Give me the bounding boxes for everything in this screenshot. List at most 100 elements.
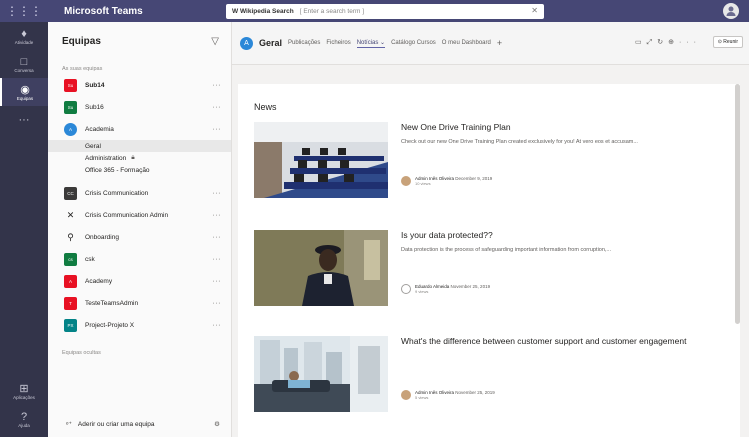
team-academy[interactable]: A Academy ··· bbox=[48, 270, 231, 292]
settings-icon[interactable]: ⚙ bbox=[214, 420, 220, 428]
more-options-icon[interactable]: ··· bbox=[213, 322, 222, 329]
more-apps-icon: ··· bbox=[18, 114, 30, 126]
team-name: Sub16 bbox=[85, 103, 104, 111]
join-create-label: Aderir ou criar uma equipa bbox=[77, 420, 155, 428]
team-avatar: Su bbox=[64, 78, 77, 92]
article-thumbnail[interactable] bbox=[254, 336, 388, 412]
rail-item-help[interactable]: ? Ajuda bbox=[0, 405, 48, 433]
article-description: Check out our new One Drive Training Pla… bbox=[401, 139, 638, 145]
close-icon[interactable]: ✕ bbox=[531, 6, 538, 15]
news-heading: News bbox=[254, 102, 277, 112]
expand-icon[interactable]: ⤢ bbox=[647, 39, 658, 46]
team-testeteamsadmin[interactable]: T TesteTeamsAdmin ··· bbox=[48, 292, 231, 314]
rail-label: Ajuda bbox=[18, 422, 30, 428]
team-academia[interactable]: A Academia ··· bbox=[48, 118, 231, 140]
filter-icon[interactable]: ▽ bbox=[211, 36, 219, 47]
tab-ficheiros[interactable]: Ficheiros bbox=[326, 40, 350, 46]
chat-icon: □ bbox=[20, 55, 28, 68]
article-title[interactable]: What's the difference between customer s… bbox=[401, 336, 736, 347]
team-avatar: PX bbox=[64, 318, 77, 332]
add-team-icon: ᵒ⁺ bbox=[66, 421, 72, 428]
title-bar: ⋮⋮⋮ Microsoft Teams W Wikipedia Search [… bbox=[0, 0, 749, 22]
team-sub14[interactable]: Su Sub14 ··· bbox=[48, 74, 231, 96]
app-rail: ♦ Atividade □ Conversa ◉ Equipas ··· ⊞ A… bbox=[0, 22, 48, 437]
article-thumbnail[interactable] bbox=[254, 230, 388, 306]
search-input[interactable]: W Wikipedia Search [ Enter a search term… bbox=[226, 4, 544, 19]
article-views: 10 views bbox=[415, 181, 431, 186]
team-sub16[interactable]: Su Sub16 ··· bbox=[48, 96, 231, 118]
team-avatar: ✕ bbox=[64, 208, 77, 222]
news-content: News New One Drive Training Plan Check o… bbox=[238, 84, 740, 437]
scrollbar[interactable] bbox=[735, 84, 740, 324]
rail-item-activity[interactable]: ♦ Atividade bbox=[0, 22, 48, 50]
rail-item-apps[interactable]: ⊞ Aplicações bbox=[0, 377, 48, 405]
article-description: Data protection is the process of safegu… bbox=[401, 247, 612, 253]
globe-icon[interactable]: ⊕ bbox=[668, 39, 679, 46]
more-options-icon[interactable]: ··· bbox=[213, 212, 222, 219]
article-title[interactable]: Is your data protected?? bbox=[401, 230, 736, 241]
more-options-icon[interactable]: ··· bbox=[213, 82, 222, 89]
more-options-icon[interactable]: ··· bbox=[213, 278, 222, 285]
team-name: Onboarding bbox=[85, 233, 119, 241]
team-name: Project-Projeto X bbox=[85, 321, 135, 329]
add-tab-button[interactable]: + bbox=[497, 38, 502, 48]
user-icon bbox=[726, 6, 736, 16]
news-article[interactable]: Is your data protected?? Data protection… bbox=[254, 230, 736, 306]
team-crisis-communication[interactable]: CC Crisis Communication ··· bbox=[48, 182, 231, 204]
join-create-team[interactable]: ᵒ⁺ Aderir ou criar uma equipa ⚙ bbox=[48, 411, 232, 437]
rail-item-teams[interactable]: ◉ Equipas bbox=[0, 78, 48, 106]
team-logo-icon: A bbox=[240, 36, 253, 50]
rail-bottom: ⊞ Aplicações ? Ajuda bbox=[0, 377, 48, 433]
meet-button[interactable]: ⊙ Reunir bbox=[712, 36, 743, 48]
article-views: 9 views bbox=[415, 289, 429, 294]
team-avatar: CC bbox=[64, 186, 77, 200]
more-options-icon[interactable]: ··· bbox=[213, 126, 222, 133]
more-options-icon[interactable]: ··· bbox=[213, 300, 222, 307]
article-date: November 25, 2019 bbox=[450, 284, 491, 289]
teams-panel: Equipas ▽ As suas equipas Su Sub14 ··· S… bbox=[48, 22, 232, 437]
more-options-icon[interactable]: ··· bbox=[213, 104, 222, 111]
article-author: Admin Inês Oliveira November 25, 2019 5 … bbox=[401, 390, 495, 400]
author-avatar bbox=[401, 284, 411, 294]
team-csk[interactable]: cs csk ··· bbox=[48, 248, 231, 270]
rail-label: Conversa bbox=[14, 67, 34, 73]
panel-header: Equipas ▽ bbox=[48, 22, 231, 60]
author-avatar bbox=[401, 176, 411, 186]
channel-geral[interactable]: Geral bbox=[48, 140, 231, 152]
chat-icon[interactable]: ▭ bbox=[635, 39, 647, 46]
hidden-teams-label[interactable]: Equipas ocultas bbox=[48, 336, 231, 356]
team-crisis-communication-admin[interactable]: ✕ Crisis Communication Admin ··· bbox=[48, 204, 231, 226]
team-name: Crisis Communication Admin bbox=[85, 211, 169, 219]
article-views: 5 views bbox=[415, 395, 429, 400]
channel-administration[interactable]: Administration 🔒︎ bbox=[48, 152, 231, 164]
tab-catalogo-cursos[interactable]: Catálogo Cursos bbox=[391, 40, 436, 46]
more-options-icon[interactable]: ··· bbox=[213, 256, 222, 263]
news-article[interactable]: What's the difference between customer s… bbox=[254, 336, 736, 412]
lock-icon: 🔒︎ bbox=[131, 154, 135, 161]
team-avatar: A bbox=[64, 122, 77, 136]
tab-publicacoes[interactable]: Publicações bbox=[288, 40, 320, 46]
article-thumbnail[interactable] bbox=[254, 122, 388, 198]
channel-office365[interactable]: Office 365 - Formação bbox=[48, 164, 231, 176]
tab-noticias[interactable]: Notícias ⌄ bbox=[356, 39, 386, 48]
header-actions: ▭⤢↻⊕··· bbox=[635, 38, 701, 47]
more-options-icon[interactable]: ··· bbox=[679, 39, 701, 46]
panel-title: Equipas bbox=[62, 35, 101, 47]
tab-dashboard[interactable]: O meu Dashboard bbox=[442, 40, 491, 46]
rail-label: Equipas bbox=[16, 95, 34, 101]
more-options-icon[interactable]: ··· bbox=[213, 190, 222, 197]
more-options-icon[interactable]: ··· bbox=[213, 234, 222, 241]
app-launcher-icon[interactable]: ⋮⋮⋮ bbox=[0, 0, 48, 22]
article-author: Eduardo Almeida November 25, 2019 9 view… bbox=[401, 284, 490, 294]
team-name: Academia bbox=[85, 125, 114, 133]
team-onboarding[interactable]: ⚲ Onboarding ··· bbox=[48, 226, 231, 248]
team-project-projeto-x[interactable]: PX Project-Projeto X ··· bbox=[48, 314, 231, 336]
team-name: Academy bbox=[85, 277, 113, 285]
article-title[interactable]: New One Drive Training Plan bbox=[401, 122, 736, 133]
avatar[interactable] bbox=[723, 3, 739, 19]
refresh-icon[interactable]: ↻ bbox=[657, 39, 668, 46]
rail-item-more[interactable]: ··· bbox=[0, 106, 48, 134]
rail-item-chat[interactable]: □ Conversa bbox=[0, 50, 48, 78]
news-article[interactable]: New One Drive Training Plan Check out ou… bbox=[254, 122, 736, 198]
security-guard-image bbox=[254, 230, 388, 306]
